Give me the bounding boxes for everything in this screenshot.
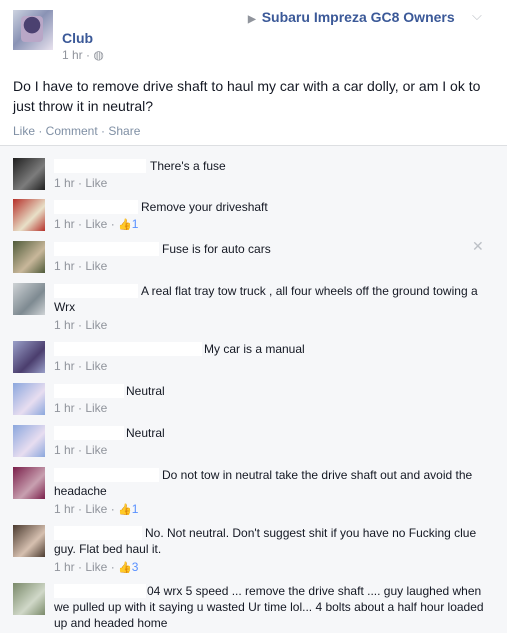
commenter-avatar[interactable] bbox=[13, 583, 45, 615]
comment-meta-text[interactable]: 1 hr · Like bbox=[54, 176, 107, 190]
comment-text: No. Not neutral. Don't suggest shit if y… bbox=[54, 526, 477, 556]
like-count[interactable]: 3 bbox=[132, 560, 139, 574]
comment-list: There's a fuse 1 hr · Like Remove your dri… bbox=[0, 146, 507, 633]
comment-meta-text[interactable]: 1 hr · Like bbox=[54, 443, 107, 457]
thumbs-up-icon: 👍 bbox=[118, 219, 132, 231]
close-icon[interactable]: ✕ bbox=[472, 238, 484, 255]
commenter-name-redacted bbox=[54, 242, 159, 256]
comment-meta[interactable]: 1 hr · Like bbox=[54, 259, 107, 273]
commenter-avatar[interactable] bbox=[13, 341, 45, 373]
globe-icon: ◍ bbox=[93, 48, 104, 62]
commenter-avatar[interactable] bbox=[13, 383, 45, 415]
commenter-name-redacted bbox=[54, 159, 146, 173]
thumbs-up-icon: 👍 bbox=[118, 562, 132, 574]
post-actions[interactable]: Like · Comment · Share bbox=[13, 124, 140, 138]
comment-meta[interactable]: 1 hr · Like bbox=[54, 443, 107, 457]
comment-meta[interactable]: 1 hr · Like · 👍1 bbox=[54, 217, 138, 231]
comment-text: There's a fuse bbox=[150, 159, 226, 173]
poster-avatar[interactable] bbox=[13, 10, 53, 50]
comment-meta-text[interactable]: 1 hr · Like bbox=[54, 318, 107, 332]
commenter-avatar[interactable] bbox=[13, 525, 45, 557]
comment-meta-text[interactable]: 1 hr · Like · bbox=[54, 502, 118, 516]
chevron-down-icon[interactable]: ⌵ bbox=[472, 8, 482, 24]
group-name[interactable]: Subaru Impreza GC8 Owners bbox=[262, 9, 455, 25]
commenter-name-redacted bbox=[54, 200, 138, 214]
post-text: Do I have to remove drive shaft to haul … bbox=[13, 78, 481, 114]
comment-meta-text[interactable]: 1 hr · Like bbox=[54, 259, 107, 273]
like-count[interactable]: 1 bbox=[132, 502, 139, 516]
post-card: ▶ Subaru Impreza GC8 Owners ⌵ Club 1 hr ·… bbox=[0, 0, 507, 146]
commenter-avatar[interactable] bbox=[13, 283, 45, 315]
arrow-right-icon: ▶ bbox=[248, 14, 256, 25]
commenter-name-redacted bbox=[54, 342, 202, 356]
comment-text: Do not tow in neutral take the drive sha… bbox=[54, 468, 473, 498]
comment-meta[interactable]: 1 hr · Like bbox=[54, 359, 107, 373]
thumbs-up-icon: 👍 bbox=[118, 504, 132, 516]
comment-text: 04 wrx 5 speed ... remove the drive shaf… bbox=[54, 584, 484, 630]
comment-text: Fuse is for auto cars bbox=[162, 242, 271, 256]
comment-meta[interactable]: 1 hr · Like bbox=[54, 318, 107, 332]
commenter-avatar[interactable] bbox=[13, 467, 45, 499]
comment-text: My car is a manual bbox=[204, 342, 305, 356]
comment-meta[interactable]: 1 hr · Like bbox=[54, 401, 107, 415]
comment-meta-text[interactable]: 1 hr · Like bbox=[54, 359, 107, 373]
commenter-avatar[interactable] bbox=[13, 199, 45, 231]
comment-meta[interactable]: 1 hr · Like bbox=[54, 176, 107, 190]
post-timestamp[interactable]: 1 hr bbox=[62, 48, 83, 62]
comment-text: A real flat tray tow truck , all four wh… bbox=[54, 284, 478, 314]
commenter-name-redacted bbox=[54, 426, 124, 440]
comment-meta-text[interactable]: 1 hr · Like bbox=[54, 401, 107, 415]
post-meta: 1 hr · ◍ bbox=[62, 48, 104, 62]
comment-text: Neutral bbox=[126, 426, 165, 440]
commenter-avatar[interactable] bbox=[13, 241, 45, 273]
comment-text: Remove your driveshaft bbox=[141, 200, 268, 214]
commenter-name-redacted bbox=[54, 384, 124, 398]
comment-meta[interactable]: 1 hr · Like · 👍1 bbox=[54, 502, 138, 516]
comment-meta[interactable]: 1 hr · Like · 👍3 bbox=[54, 560, 138, 574]
group-link[interactable]: ▶ Subaru Impreza GC8 Owners bbox=[248, 9, 455, 25]
like-count[interactable]: 1 bbox=[132, 217, 139, 231]
commenter-avatar[interactable] bbox=[13, 425, 45, 457]
comment-text: Neutral bbox=[126, 384, 165, 398]
comment-meta-text[interactable]: 1 hr · Like · bbox=[54, 560, 118, 574]
comment-meta-text[interactable]: 1 hr · Like · bbox=[54, 217, 118, 231]
commenter-avatar[interactable] bbox=[13, 158, 45, 190]
poster-name[interactable]: Club bbox=[62, 30, 93, 46]
